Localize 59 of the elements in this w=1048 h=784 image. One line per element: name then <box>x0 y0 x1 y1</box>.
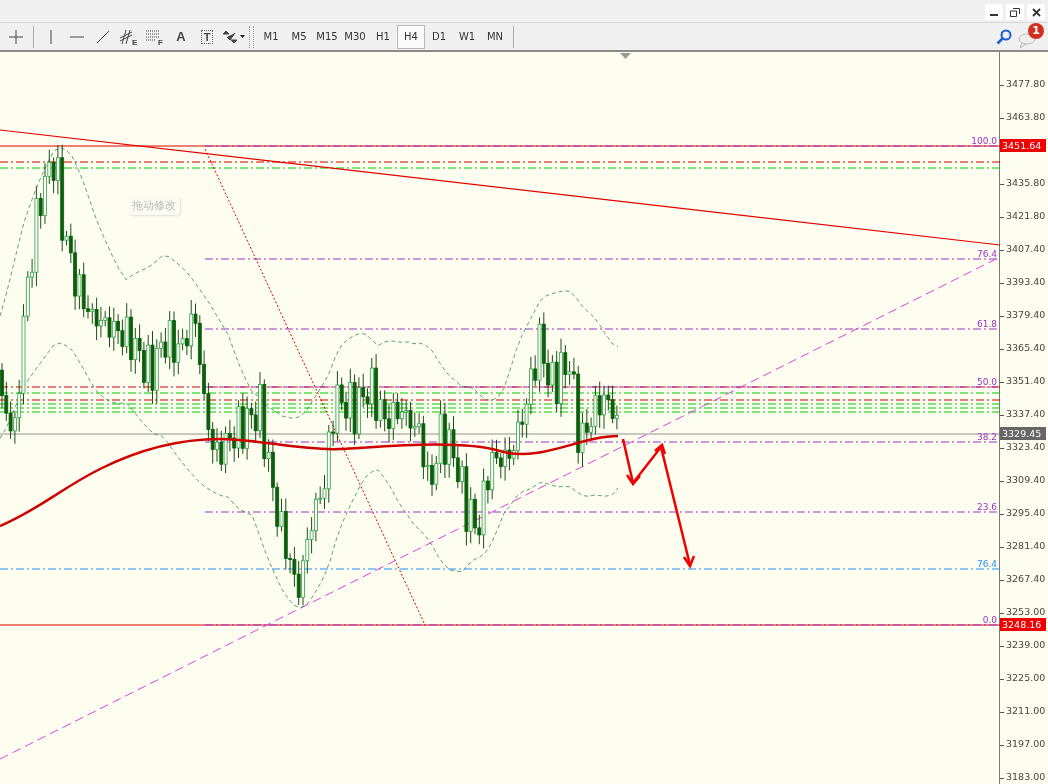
timeframe-button[interactable]: H1 <box>369 24 397 49</box>
price-axis-label: 3197.00 <box>1006 738 1046 749</box>
close-icon <box>1031 7 1041 17</box>
price-axis-label: 3323.40 <box>1006 441 1046 452</box>
price-axis-label: 3295.40 <box>1006 507 1046 518</box>
timeframe-button[interactable]: M15 <box>313 24 341 49</box>
vertical-line-icon <box>49 29 53 44</box>
close-button[interactable] <box>1027 4 1045 20</box>
price-axis-label: 3365.40 <box>1006 342 1046 353</box>
arrows-dropdown-icon <box>221 29 245 44</box>
price-axis-label: 3393.40 <box>1006 276 1046 287</box>
minimize-button[interactable] <box>985 4 1003 20</box>
fibonacci-level-label: 38.2 <box>976 432 997 442</box>
timeframe-button[interactable]: M5 <box>285 24 313 49</box>
trend-line-icon <box>96 29 110 44</box>
price-axis-label: 3281.40 <box>1006 540 1046 551</box>
price-axis-label: 3351.40 <box>1006 375 1046 386</box>
fibonacci-level-label: 100.0 <box>971 136 997 146</box>
timeframe-button[interactable]: D1 <box>425 24 453 49</box>
price-axis-label: 3253.00 <box>1006 606 1046 617</box>
price-axis-label: 3239.00 <box>1006 639 1046 650</box>
crosshair-icon <box>8 28 24 45</box>
chart-scroll-marker-icon <box>620 53 631 59</box>
restore-icon <box>1010 7 1020 17</box>
price-axis-label: 3267.40 <box>1006 573 1046 584</box>
timeframe-button[interactable]: W1 <box>453 24 481 49</box>
drawing-tool-button[interactable]: A <box>168 24 194 49</box>
fibonacci-level-label: 76.4 <box>976 559 997 569</box>
timeframe-button[interactable]: M30 <box>341 24 369 49</box>
text-tool-label: A <box>176 29 186 44</box>
tooltip: 拖动修改 <box>128 196 180 215</box>
search-icon[interactable] <box>996 28 1012 45</box>
price-label: 3248.16 <box>1000 618 1046 631</box>
price-axis-label: 3211.00 <box>1006 705 1046 716</box>
price-axis-label: 3477.80 <box>1006 78 1046 89</box>
price-axis-label: 3421.80 <box>1006 210 1046 221</box>
horizontal-line-icon <box>70 34 84 39</box>
price-axis-label: 3183.00 <box>1006 771 1046 782</box>
price-axis-label: 3379.40 <box>1006 309 1046 320</box>
fibonacci-level-label: 61.8 <box>976 319 997 329</box>
price-label: 3451.64 <box>1000 139 1046 152</box>
price-axis-label: 3337.40 <box>1006 408 1046 419</box>
fibonacci-level-label: 50.0 <box>976 377 997 387</box>
price-axis-label: 3309.40 <box>1006 474 1046 485</box>
price-label: 3329.45 <box>1000 427 1046 440</box>
notification-badge: 1 <box>1028 22 1044 39</box>
timeframe-button[interactable]: M1 <box>257 24 285 49</box>
drawing-tool-button[interactable]: T <box>194 24 220 49</box>
text-label-tool: T <box>200 29 214 44</box>
fibonacci-level-label: 23.6 <box>976 502 997 512</box>
restore-button[interactable] <box>1006 4 1024 20</box>
timeframe-button[interactable]: H4 <box>397 24 425 49</box>
price-axis-label: 3225.00 <box>1006 672 1046 683</box>
fibonacci-level-label: 76.4 <box>976 249 997 259</box>
price-axis-label: 3435.80 <box>1006 177 1046 188</box>
timeframe-button[interactable]: MN <box>481 24 509 49</box>
fibonacci-level-label: 0.0 <box>982 615 997 625</box>
price-axis-label: 3463.80 <box>1006 111 1046 122</box>
price-axis-label: 3407.40 <box>1006 243 1046 254</box>
